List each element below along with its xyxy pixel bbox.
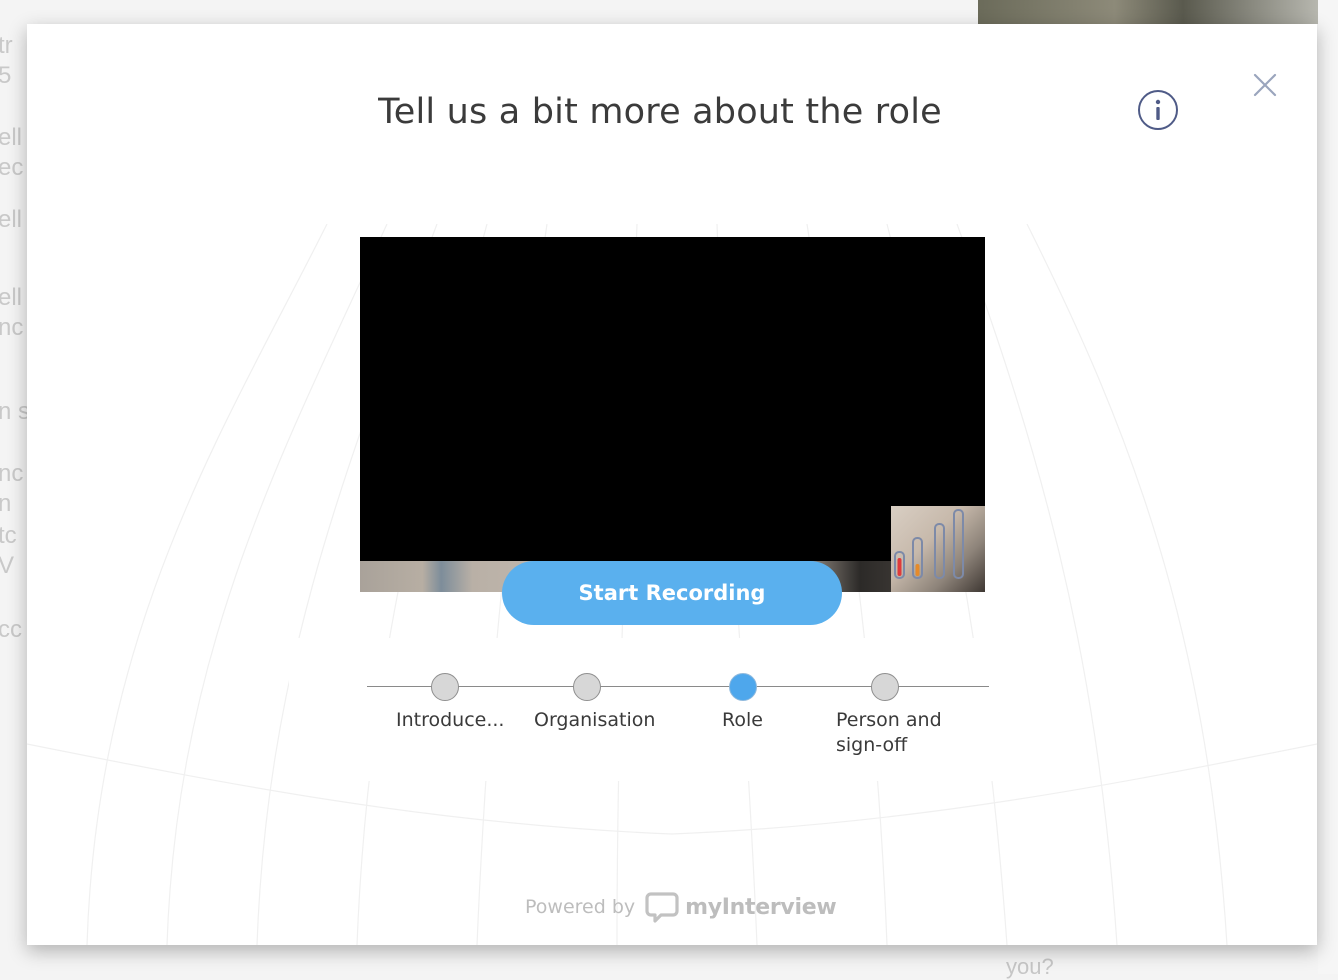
step-label-role[interactable]: Role bbox=[722, 708, 763, 733]
bg-fragment: ec bbox=[0, 154, 24, 181]
bg-fragment: 5 bbox=[0, 62, 12, 89]
background-thumbnail bbox=[978, 0, 1320, 24]
powered-by-text: Powered by bbox=[525, 896, 636, 918]
chat-bubble-icon bbox=[645, 892, 679, 923]
bg-fragment: nc bbox=[0, 314, 24, 341]
bg-fragment: tc bbox=[0, 522, 17, 549]
start-recording-button[interactable]: Start Recording bbox=[502, 561, 842, 625]
close-button[interactable] bbox=[1252, 72, 1278, 98]
step-label-organisation[interactable]: Organisation bbox=[534, 708, 655, 733]
background-fragment: you? bbox=[1006, 954, 1054, 979]
step-dot-organisation[interactable] bbox=[573, 673, 601, 701]
background-page-text: tr 5 ell ec ell ell nc n s nc n tc V cc bbox=[0, 0, 27, 974]
bg-fragment: n s bbox=[0, 398, 27, 425]
info-button[interactable] bbox=[1138, 90, 1178, 130]
background-page-edge bbox=[1318, 0, 1338, 974]
step-dot-person-sign-off[interactable] bbox=[871, 673, 899, 701]
step-dot-introduce[interactable] bbox=[431, 673, 459, 701]
bg-fragment: tr bbox=[0, 32, 13, 59]
recording-modal: Tell us a bit more about the role Start … bbox=[27, 24, 1317, 945]
bg-fragment: n bbox=[0, 490, 12, 517]
step-dot-role[interactable] bbox=[729, 673, 757, 701]
step-label-person-sign-off[interactable]: Person and sign-off bbox=[836, 708, 942, 758]
info-icon bbox=[1155, 99, 1161, 120]
powered-by-footer: Powered by myInterview bbox=[525, 890, 837, 924]
close-icon bbox=[1253, 73, 1277, 97]
bg-fragment: ell bbox=[0, 284, 23, 311]
bg-fragment: V bbox=[0, 552, 15, 579]
step-label-introduce[interactable]: Introduce... bbox=[396, 708, 504, 733]
camera-pip bbox=[891, 506, 985, 592]
audio-level-icon bbox=[894, 509, 964, 579]
bg-fragment: nc bbox=[0, 460, 24, 487]
bg-fragment: cc bbox=[0, 616, 22, 643]
modal-title: Tell us a bit more about the role bbox=[378, 92, 942, 132]
bg-fragment: ell bbox=[0, 124, 23, 151]
bg-fragment: ell bbox=[0, 206, 23, 233]
question-progress: Introduce... Organisation Role Person an… bbox=[289, 638, 1040, 781]
camera-preview bbox=[360, 237, 985, 592]
brand-name: myInterview bbox=[685, 894, 837, 920]
